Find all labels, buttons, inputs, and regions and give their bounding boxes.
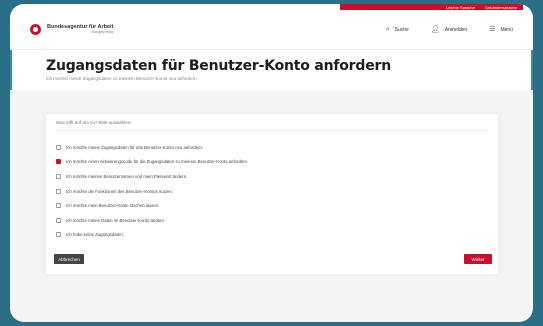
- browser-viewport: Leichte Sprache Gebärdensprache Bundesag…: [10, 4, 533, 322]
- site-header: Bundesagentur für Arbeit Bürgerportal ⌕ …: [10, 10, 533, 50]
- site-logo[interactable]: Bundesagentur für Arbeit Bürgerportal: [30, 24, 113, 35]
- divider: [56, 130, 488, 131]
- page-title: Zugangsdaten für Benutzer-Konto anforder…: [46, 58, 391, 74]
- option-label: Ich möchte einen Aktivierungscode für di…: [66, 159, 249, 165]
- nav-login-label: Anmelden: [444, 26, 468, 33]
- nav-search[interactable]: ⌕ Suche: [386, 26, 409, 33]
- utility-link-easy-language[interactable]: Leichte Sprache: [446, 5, 475, 10]
- cancel-button[interactable]: Abbrechen: [54, 254, 84, 264]
- checkbox-checked[interactable]: [56, 159, 61, 165]
- option-item[interactable]: Ich möchte einen Aktivierungscode für di…: [56, 155, 488, 170]
- search-icon: ⌕: [385, 26, 390, 33]
- option-item[interactable]: Ich möchte mein Benutzer-Konto löschen l…: [56, 198, 488, 213]
- option-list: Ich möchte meine Zugangsdaten für das Be…: [56, 140, 488, 242]
- option-label: Ich habe keine Zugangsdaten.: [66, 232, 124, 238]
- option-label: Ich möchte meine Daten im Benutzer-Konto…: [66, 217, 166, 223]
- checkbox[interactable]: [56, 232, 61, 238]
- nav-menu[interactable]: ☰ Menü: [489, 26, 513, 33]
- option-item[interactable]: Ich möchte meinen Benutzernamen und mein…: [56, 169, 488, 184]
- header-nav: ⌕ Suche 👤︎ Anmelden ☰ Menü: [386, 26, 513, 33]
- nav-login[interactable]: 👤︎ Anmelden: [431, 26, 467, 33]
- option-item[interactable]: Ich möchte meine Zugangsdaten für das Be…: [56, 140, 488, 155]
- utility-link-sign-language[interactable]: Gebärdensprache: [485, 5, 517, 10]
- request-form-card: Was trifft auf Sie zu? Bitte auswählen: …: [46, 114, 498, 274]
- checkbox[interactable]: [56, 173, 61, 179]
- next-button[interactable]: Weiter: [464, 254, 492, 264]
- user-icon: 👤︎: [430, 26, 440, 33]
- checkbox[interactable]: [56, 203, 61, 209]
- logo-subtitle: Bürgerportal: [91, 29, 114, 35]
- page-subtitle: Ich möchte meine Zugangsdaten zu meinem …: [46, 76, 198, 81]
- form-question: Was trifft auf Sie zu? Bitte auswählen:: [56, 120, 132, 125]
- nav-search-label: Suche: [394, 26, 409, 33]
- logo-icon: [30, 24, 41, 35]
- checkbox[interactable]: [56, 188, 61, 194]
- option-label: Ich möchte meine Zugangsdaten für das Be…: [66, 144, 204, 150]
- option-item[interactable]: Ich habe keine Zugangsdaten.: [56, 228, 488, 243]
- checkbox[interactable]: [56, 217, 61, 223]
- nav-menu-label: Menü: [500, 26, 513, 33]
- option-label: Ich möchte die Funktionen des Benutzer-K…: [66, 188, 174, 194]
- checkbox[interactable]: [56, 144, 61, 150]
- menu-icon: ☰: [489, 26, 496, 33]
- option-item[interactable]: Ich möchte die Funktionen des Benutzer-K…: [56, 184, 488, 199]
- logo-text: Bundesagentur für Arbeit Bürgerportal: [47, 24, 113, 34]
- option-item[interactable]: Ich möchte meine Daten im Benutzer-Konto…: [56, 213, 488, 228]
- option-label: Ich möchte meinen Benutzernamen und mein…: [66, 173, 188, 179]
- option-label: Ich möchte mein Benutzer-Konto löschen l…: [66, 203, 160, 209]
